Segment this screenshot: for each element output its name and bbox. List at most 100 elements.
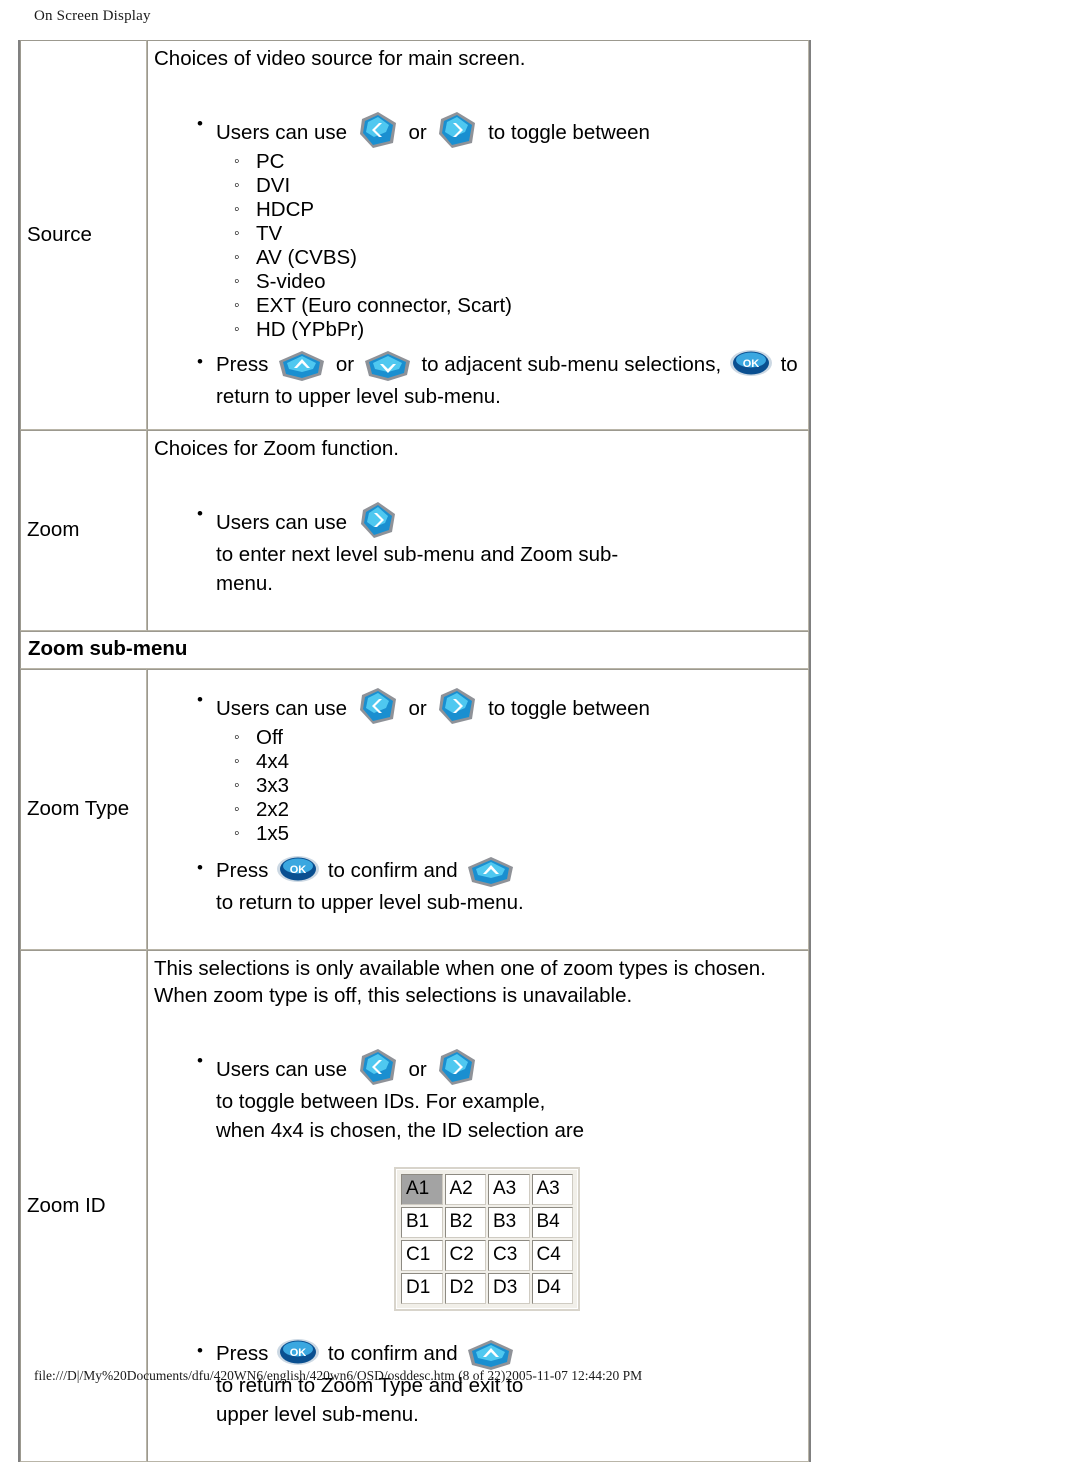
zoom-type-bullet-press: Press OK to confirm and: [197, 853, 803, 917]
page-footer-path: file:///D|/My%20Documents/dfu/420WN6/eng…: [34, 1368, 643, 1383]
grid-cell-a3[interactable]: A3: [488, 1174, 530, 1205]
row-body-source: Choices of video source for main screen.…: [147, 40, 809, 430]
zoom-id-press-line2: upper level sub-menu.: [216, 1403, 419, 1426]
grid-cell-b1[interactable]: B1: [401, 1207, 443, 1238]
grid-cell-d3[interactable]: D3: [488, 1273, 530, 1304]
zoom-bullet-line2: menu.: [216, 572, 273, 595]
zoom-id-grid-panel: A1 A2 A3 A3 B1 B2 B3 B4 C1 C2 C3 C4 D1 D…: [394, 1167, 580, 1311]
zoom-bullet-enter: Users can use to enter next level sub-me…: [197, 499, 803, 598]
zoom-type-press-mid: to confirm and: [327, 859, 458, 882]
source-press-tail: to: [780, 353, 798, 376]
ok-button-icon[interactable]: OK: [276, 1337, 320, 1367]
source-press-post: to adjacent sub-menu selections,: [421, 353, 722, 376]
zoom-bullet-list: Users can use to enter next level sub-me…: [154, 499, 803, 598]
row-body-zoom: Choices for Zoom function. Users can use: [147, 430, 809, 631]
ok-button-icon[interactable]: OK: [276, 854, 320, 884]
grid-cell-a2[interactable]: A2: [444, 1174, 486, 1205]
grid-cell-c2[interactable]: C2: [444, 1240, 486, 1271]
source-bullet-pre: Users can use: [216, 121, 348, 144]
zoom-id-bullet-toggle: Users can use or: [197, 1046, 803, 1145]
zoom-id-label-text: Zoom ID: [27, 1193, 106, 1217]
zoom-type-press-post: to return to upper level sub-menu.: [216, 891, 524, 914]
arrow-up-gem-icon[interactable]: [465, 856, 517, 888]
zoom-submenu-heading-table: Zoom sub-menu: [18, 631, 811, 669]
arrow-left-gem-icon[interactable]: [355, 1047, 401, 1087]
arrow-down-gem-icon[interactable]: [362, 350, 414, 382]
arrow-right-gem-icon[interactable]: [434, 110, 480, 150]
zoom-id-intro-line2: When zoom type is off, this selections i…: [154, 984, 633, 1007]
row-label-zoom-id: Zoom ID: [20, 950, 147, 1462]
table-row: Zoom sub-menu: [20, 631, 809, 669]
source-intro: Choices of video source for main screen.: [154, 47, 526, 70]
arrow-right-gem-icon[interactable]: [434, 686, 480, 726]
zoom-label-text: Zoom: [27, 518, 80, 541]
row-label-source: Source: [20, 40, 147, 430]
list-item: 4x4: [234, 750, 803, 774]
arrow-up-gem-icon[interactable]: [465, 1339, 517, 1371]
row-body-zoom-type: Users can use or: [147, 669, 809, 950]
zoom-id-press-pre: Press: [216, 1342, 269, 1365]
source-press-mid: or: [335, 353, 355, 376]
grid-cell-d1[interactable]: D1: [401, 1273, 443, 1304]
ok-button-icon[interactable]: OK: [729, 348, 773, 378]
arrow-right-gem-icon[interactable]: [355, 500, 401, 540]
source-bullet-mid: or: [408, 121, 427, 144]
grid-cell-b3[interactable]: B3: [488, 1207, 530, 1238]
grid-cell-a1[interactable]: A1: [401, 1174, 443, 1205]
zoom-type-press-pre: Press: [216, 859, 269, 882]
zoom-type-bullet-toggle: Users can use or: [197, 685, 803, 846]
grid-cell-d4[interactable]: D4: [531, 1273, 573, 1304]
arrow-up-gem-icon[interactable]: [276, 350, 328, 382]
zoom-id-bullet-line2: when 4x4 is chosen, the ID selection are: [216, 1119, 585, 1142]
osd-description-content: Source Choices of video source for main …: [18, 40, 818, 1462]
source-bullet-press: Press or: [197, 347, 803, 411]
source-label-text: Source: [27, 222, 92, 246]
osd-submenu-table: Zoom Type Users can use: [18, 669, 811, 1462]
zoom-bullet-pre: Users can use: [216, 511, 348, 534]
zoom-type-option-list: Off 4x4 3x3 2x2 1x5: [216, 726, 803, 846]
zoom-type-bullet-pre: Users can use: [216, 697, 348, 720]
table-row-zoom: Zoom Choices for Zoom function. Users ca…: [20, 430, 809, 631]
arrow-left-gem-icon[interactable]: [355, 686, 401, 726]
list-item: Off: [234, 726, 803, 750]
grid-cell-d2[interactable]: D2: [444, 1273, 486, 1304]
svg-text:OK: OK: [743, 358, 760, 370]
page-header: On Screen Display: [34, 8, 151, 24]
zoom-id-bullet-list: Users can use or: [154, 1046, 803, 1145]
source-bullet-toggle: Users can use or: [197, 109, 803, 342]
zoom-id-grid: A1 A2 A3 A3 B1 B2 B3 B4 C1 C2 C3 C4 D1 D…: [399, 1172, 575, 1306]
source-option-list: PC DVI HDCP TV AV (CVBS) S-video EXT (Eu…: [216, 150, 803, 342]
osd-main-table: Source Choices of video source for main …: [18, 40, 811, 631]
grid-cell-c4[interactable]: C4: [531, 1240, 573, 1271]
table-row-zoom-type: Zoom Type Users can use: [20, 669, 809, 950]
grid-cell-a4[interactable]: A3: [531, 1174, 573, 1205]
table-row: D1 D2 D3 D4: [401, 1273, 573, 1304]
source-bullet-list: Users can use or: [154, 109, 803, 411]
list-item: 3x3: [234, 774, 803, 798]
zoom-id-bullet-pre: Users can use: [216, 1058, 348, 1081]
list-item: 1x5: [234, 822, 803, 846]
grid-cell-c1[interactable]: C1: [401, 1240, 443, 1271]
list-item: TV: [234, 222, 803, 246]
list-item: PC: [234, 150, 803, 174]
list-item: S-video: [234, 270, 803, 294]
arrow-left-gem-icon[interactable]: [355, 110, 401, 150]
grid-cell-c3[interactable]: C3: [488, 1240, 530, 1271]
arrow-right-gem-icon[interactable]: [434, 1047, 480, 1087]
row-body-zoom-id: This selections is only available when o…: [147, 950, 809, 1462]
grid-cell-b4[interactable]: B4: [531, 1207, 573, 1238]
table-row: A1 A2 A3 A3: [401, 1174, 573, 1205]
grid-cell-b2[interactable]: B2: [444, 1207, 486, 1238]
table-row: C1 C2 C3 C4: [401, 1240, 573, 1271]
list-item: HDCP: [234, 198, 803, 222]
source-press-line2: return to upper level sub-menu.: [216, 385, 501, 408]
zoom-bullet-post: to enter next level sub-menu and Zoom su…: [216, 543, 619, 566]
source-bullet-post: to toggle between: [488, 121, 650, 144]
zoom-type-bullet-list: Users can use or: [154, 685, 803, 917]
zoom-id-bullet-post: to toggle between IDs. For example,: [216, 1090, 546, 1113]
